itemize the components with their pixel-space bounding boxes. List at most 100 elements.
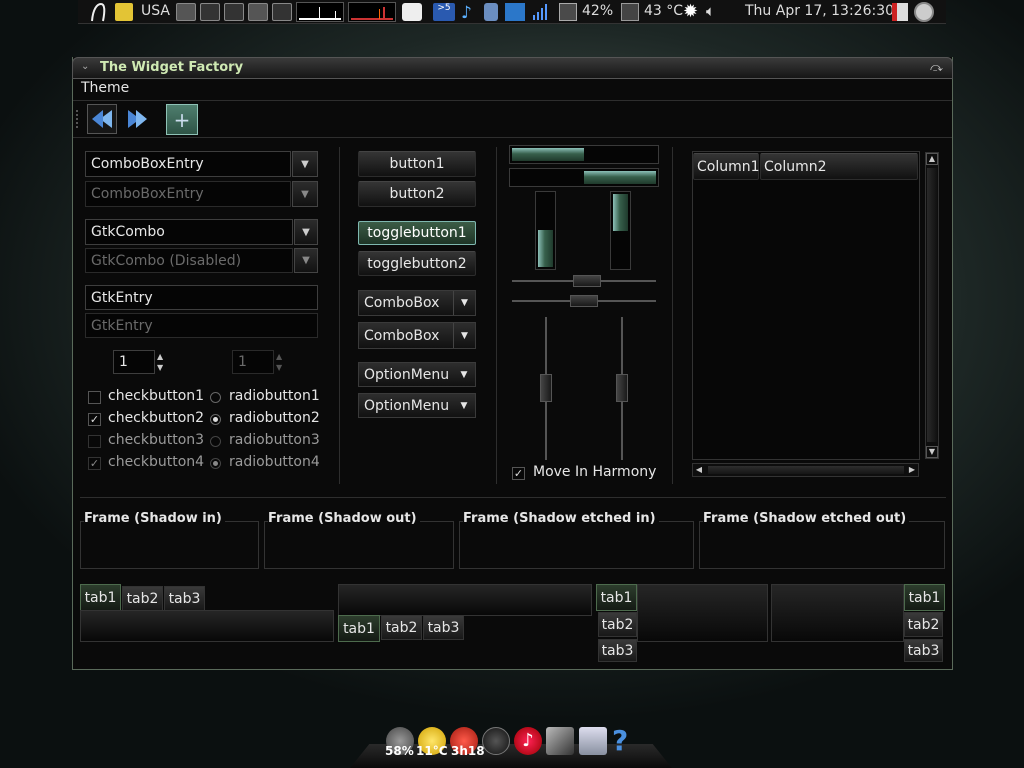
drive-icon[interactable]: [176, 3, 196, 21]
spin-arrows-icon[interactable]: ▲ ▼: [157, 351, 163, 373]
checkbutton2-box[interactable]: ✓: [88, 413, 101, 426]
notebook1-pane: [80, 610, 334, 642]
column2-header[interactable]: Column2: [760, 153, 918, 180]
keyboard-layout[interactable]: USA: [141, 3, 170, 19]
progress-bar-h1: [509, 145, 659, 164]
radiobutton1-dot[interactable]: [210, 392, 221, 403]
button2[interactable]: button2: [358, 181, 476, 207]
note-icon[interactable]: [115, 3, 133, 21]
timer-label: 3h18: [451, 744, 485, 758]
toolbar-separator: [73, 137, 952, 138]
chevron-down-icon: ▼: [292, 181, 318, 207]
window-menu-icon[interactable]: ⌄: [81, 61, 89, 72]
drive-icon[interactable]: [272, 3, 292, 21]
radiobutton3-label: radiobutton3: [229, 432, 320, 448]
notebook3-tab2[interactable]: tab2: [598, 612, 637, 637]
drive-icon[interactable]: [200, 3, 220, 21]
drive-icon[interactable]: [248, 3, 268, 21]
drive-icon[interactable]: [224, 3, 244, 21]
back-button[interactable]: [87, 104, 117, 134]
radiobutton2-dot[interactable]: [210, 414, 221, 425]
spin-button-1[interactable]: 1: [113, 350, 155, 374]
notebook4-tab1[interactable]: tab1: [904, 584, 945, 611]
add-icon: +: [173, 107, 191, 132]
gtk-combo-1[interactable]: GtkCombo: [85, 219, 293, 245]
scroll-down-icon[interactable]: ▼: [926, 446, 938, 458]
move-in-harmony-check[interactable]: ✓: [512, 467, 525, 480]
battery-icon[interactable]: [559, 3, 577, 21]
media-player-icon[interactable]: [482, 727, 510, 755]
memory-graph-icon[interactable]: [348, 2, 396, 22]
chevron-down-icon[interactable]: ▼: [292, 151, 318, 177]
checkbutton1-box[interactable]: [88, 391, 101, 404]
window-close-icon[interactable]: ⤼: [930, 60, 943, 75]
terminal-icon[interactable]: >5: [433, 3, 455, 21]
notebook2-tab1[interactable]: tab1: [338, 615, 380, 642]
togglebutton2[interactable]: togglebutton2: [358, 251, 476, 276]
frames-separator: [80, 497, 946, 498]
switch-user-icon[interactable]: [402, 3, 422, 21]
notebook2-pane: [338, 584, 592, 616]
vertical-scrollbar-thumb[interactable]: [927, 168, 937, 442]
horizontal-scrollbar-thumb[interactable]: [708, 466, 904, 474]
notebook3-tab1[interactable]: tab1: [596, 584, 637, 611]
radiobutton2-label[interactable]: radiobutton2: [229, 410, 320, 426]
weather-label: 11°C: [416, 744, 448, 758]
logout-icon[interactable]: [892, 3, 908, 21]
foot-menu-icon[interactable]: [88, 1, 110, 22]
notebook4-tab2[interactable]: tab2: [904, 612, 943, 637]
notebook3-tab3[interactable]: tab3: [598, 639, 637, 662]
radiobutton1-label[interactable]: radiobutton1: [229, 388, 320, 404]
clapperboard-icon[interactable]: [546, 727, 574, 755]
scroll-left-icon[interactable]: ◀: [693, 464, 705, 476]
button1[interactable]: button1: [358, 151, 476, 177]
option-menu-2[interactable]: OptionMenu ▼: [358, 393, 476, 418]
move-in-harmony-label[interactable]: Move In Harmony: [533, 464, 656, 480]
gtk-entry-2: GtkEntry: [85, 313, 318, 338]
music-icon[interactable]: ♪: [461, 3, 481, 23]
chevron-down-icon[interactable]: ▼: [294, 219, 318, 245]
clipboard-icon[interactable]: [484, 3, 498, 21]
option-menu-1[interactable]: OptionMenu ▼: [358, 362, 476, 387]
tree-view[interactable]: [692, 151, 920, 460]
toolbar-handle[interactable]: [76, 110, 78, 128]
notebook4-tab3[interactable]: tab3: [904, 639, 943, 662]
notebook1-tab1[interactable]: tab1: [80, 584, 121, 611]
checkbutton2-label[interactable]: checkbutton2: [108, 410, 204, 426]
scroll-right-icon[interactable]: ▶: [906, 464, 918, 476]
scroll-up-icon[interactable]: ▲: [926, 153, 938, 165]
notebook2-tab3[interactable]: tab3: [423, 615, 464, 640]
forward-button[interactable]: [122, 104, 152, 134]
chevron-down-icon: ▼: [460, 400, 468, 411]
cpu-graph-icon[interactable]: [296, 2, 344, 22]
network-icon[interactable]: [505, 3, 525, 21]
notebook2-tab2[interactable]: tab2: [381, 615, 422, 640]
hscale-1-knob[interactable]: [573, 275, 601, 287]
menu-theme[interactable]: Theme: [81, 80, 129, 96]
combo-box-entry-2: ComboBoxEntry: [85, 181, 291, 207]
help-icon[interactable]: ?: [612, 724, 628, 757]
sun-icon[interactable]: ✹: [683, 1, 698, 22]
combobox-1-label: ComboBox: [364, 295, 440, 311]
hscale-2-knob[interactable]: [570, 295, 598, 307]
progress-bar-v2: [610, 191, 631, 270]
music-icon[interactable]: ♪: [514, 727, 542, 755]
volume-icon[interactable]: 🔈︎: [706, 2, 715, 20]
checkbutton1-label[interactable]: checkbutton1: [108, 388, 204, 404]
togglebutton1[interactable]: togglebutton1: [358, 221, 476, 245]
power-icon[interactable]: [914, 2, 934, 22]
image-viewer-icon[interactable]: [579, 727, 607, 755]
notebook1-tab3[interactable]: tab3: [164, 586, 205, 611]
notebook1-tab2[interactable]: tab2: [122, 586, 163, 611]
vscale-2-knob[interactable]: [616, 374, 628, 402]
disk-usage-label: 58%: [385, 744, 414, 758]
vscale-1-knob[interactable]: [540, 374, 552, 402]
column1-header[interactable]: Column1: [693, 153, 760, 180]
add-button[interactable]: +: [166, 104, 198, 135]
combobox-2[interactable]: ComboBox ▼: [358, 322, 476, 349]
clock[interactable]: Thu Apr 17, 13:26:30: [745, 3, 894, 19]
checkbutton3-box: [88, 435, 101, 448]
combo-box-entry-1[interactable]: ComboBoxEntry: [85, 151, 291, 177]
combobox-1[interactable]: ComboBox ▼: [358, 290, 476, 316]
gtk-entry-1[interactable]: GtkEntry: [85, 285, 318, 310]
